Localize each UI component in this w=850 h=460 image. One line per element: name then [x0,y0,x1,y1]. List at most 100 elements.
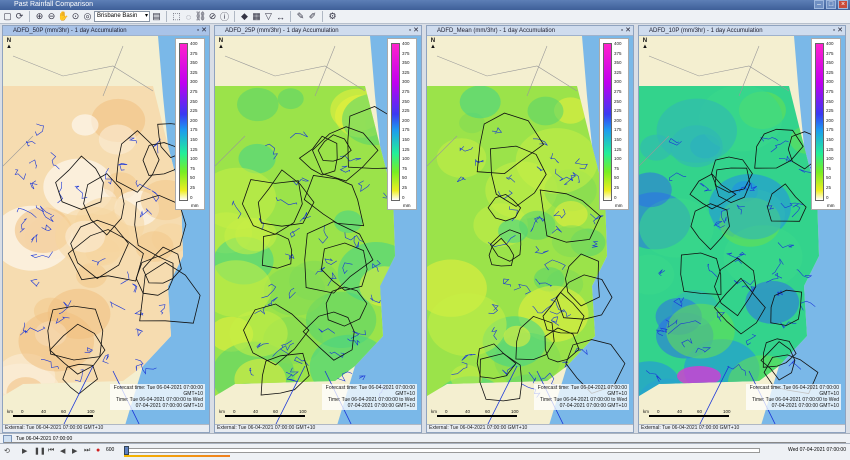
legend-tick: 375 [402,50,410,56]
forecast-info: Forecast time: Tue 06-04-2021 07:00:00 G… [746,384,841,410]
basin-select[interactable]: Brisbane Basin ▾ [94,11,150,22]
external-time-bar: External: Tue 06-04-2021 07:00:00 GMT+10 [215,424,421,432]
legend-tick: 250 [826,98,834,104]
legend-color-bar [391,43,400,201]
zoom-extent-icon[interactable]: ⊙ [70,11,81,22]
filter-icon[interactable]: ▽ [263,11,274,22]
toolbar: ▢ ⟳ ⊕ ⊖ ✋ ⊙ ◎ Brisbane Basin ▾ ▤ ⬚ ◌ ⛓ ⊘… [0,10,850,24]
time-progress [124,455,230,457]
legend-color-bar [815,43,824,201]
previous-frame-icon[interactable]: ◀ [60,447,65,455]
time-slider-handle[interactable] [124,446,129,455]
scale-bar: km 0 40 60 100 [219,409,319,419]
no-entry-icon[interactable]: ⊘ [207,11,218,22]
sync-icon[interactable]: ⟲ [4,447,10,455]
map-area[interactable]: N ▲ 400 375 350 325 300 275 250 225 200 175 150 125 1… [3,36,209,432]
time-range-end: 07-04-2021 07:00:00 GMT+10 [135,403,203,409]
panel-options-icon[interactable]: ▫ [621,27,623,34]
legend-tick: 250 [402,98,410,104]
legend-tick: 250 [190,98,198,104]
north-arrow-icon: N ▲ [642,38,648,50]
forecast-info: Forecast time: Tue 06-04-2021 07:00:00 G… [110,384,205,410]
maximize-button[interactable]: □ [826,0,836,9]
minimize-button[interactable]: – [814,0,824,9]
panel-close-icon[interactable]: ✕ [837,27,843,34]
panel-header[interactable]: ADFD_25P (mm/3hr) - 1 day Accumulation ▫… [215,26,421,36]
basin-select-value: Brisbane Basin [97,13,138,19]
north-arrow-icon: N ▲ [218,38,224,50]
map-panel-10p[interactable]: ADFD_10P (mm/3hr) - 1 day Accumulation ▫… [638,25,846,433]
last-frame-icon[interactable]: ⏭ [84,447,90,455]
time-slider-track[interactable] [124,448,760,453]
map-panel-50p[interactable]: ADFD_50P (mm/3hr) - 1 day Accumulation ▫… [2,25,210,433]
panel-options-icon[interactable]: ▫ [197,27,199,34]
window-title: Past Rainfall Comparison [14,1,93,8]
grid-icon[interactable]: ▦ [251,11,262,22]
layers-icon[interactable]: ▤ [151,11,162,22]
legend-tick: 400 [614,41,622,46]
speed-value[interactable]: 600 [106,447,114,453]
legend-tick: 125 [190,146,198,152]
zoom-previous-icon[interactable]: ◎ [82,11,93,22]
refresh-icon[interactable]: ⟳ [14,11,25,22]
legend-tick: 375 [190,50,198,56]
first-frame-icon[interactable]: ⏮ [48,447,54,455]
panel-title: ADFD_10P (mm/3hr) - 1 day Accumulation [649,28,763,34]
playback-controls: ⟲ ▶ ❚❚ ⏮ ◀ ▶ ⏭ ● 600 Wed 07-04-2021 07:0… [0,443,850,460]
panel-header[interactable]: ADFD_50P (mm/3hr) - 1 day Accumulation ▫… [3,26,209,36]
pan-hand-icon[interactable]: ✋ [58,11,69,22]
legend-tick: 100 [826,156,834,162]
panel-close-icon[interactable]: ✕ [201,27,207,34]
legend-tick: 75 [826,165,832,171]
legend-tick: 250 [614,98,622,104]
info-icon[interactable]: ⓘ [219,11,230,22]
select-icon[interactable]: ▢ [2,11,13,22]
panel-header[interactable]: ADFD_10P (mm/3hr) - 1 day Accumulation ▫… [639,26,845,36]
panel-close-icon[interactable]: ✕ [413,27,419,34]
chevron-down-icon: ▾ [144,13,148,19]
time-range-end: 07-04-2021 07:00:00 GMT+10 [771,403,839,409]
legend-tick: 175 [614,127,622,133]
map-area[interactable]: N ▲ 400 375 350 325 300 275 250 225 200 175 150 125 1… [639,36,845,432]
settings-icon[interactable]: ⚙ [327,11,338,22]
north-arrow-icon: N ▲ [6,38,12,50]
color-legend: 400 375 350 325 300 275 250 225 200 175 150 125 100 7… [599,38,629,210]
close-button[interactable]: × [838,0,848,9]
play-icon[interactable]: ▶ [22,447,27,455]
lasso-select-icon[interactable]: ◌ [183,11,194,22]
legend-tick: 200 [402,117,410,123]
annotate-icon[interactable]: ✐ [307,11,318,22]
legend-tick: 200 [614,117,622,123]
legend-tick: 175 [402,127,410,133]
map-panel-25p[interactable]: ADFD_25P (mm/3hr) - 1 day Accumulation ▫… [214,25,422,433]
map-area[interactable]: N ▲ 400 375 350 325 300 275 250 225 200 175 150 125 1… [427,36,633,432]
legend-tick: 400 [826,41,834,46]
pause-icon[interactable]: ❚❚ [34,447,46,455]
map-panel-mean[interactable]: ADFD_Mean (mm/3hr) - 1 day Accumulation … [426,25,634,433]
time-range-end: 07-04-2021 07:00:00 GMT+10 [347,403,415,409]
rectangle-select-icon[interactable]: ⬚ [171,11,182,22]
legend-tick: 275 [614,89,622,94]
legend-tick: 125 [826,146,834,152]
zoom-in-icon[interactable]: ⊕ [34,11,45,22]
legend-tick: 25 [190,185,196,190]
measure-icon[interactable]: ↔ [275,11,286,22]
zoom-out-icon[interactable]: ⊖ [46,11,57,22]
panel-close-icon[interactable]: ✕ [625,27,631,34]
draw-icon[interactable]: ✎ [295,11,306,22]
record-icon[interactable]: ● [96,447,100,454]
panel-options-icon[interactable]: ▫ [833,27,835,34]
panel-header[interactable]: ADFD_Mean (mm/3hr) - 1 day Accumulation … [427,26,633,36]
legend-tick: 300 [826,79,834,85]
forecast-info: Forecast time: Tue 06-04-2021 07:00:00 G… [534,384,629,410]
legend-tick: 300 [190,79,198,85]
palette-icon[interactable]: ◆ [239,11,250,22]
legend-tick: 0 [826,194,829,200]
map-area[interactable]: N ▲ 400 375 350 325 300 275 250 225 200 175 150 125 1… [215,36,421,432]
timeline-bar: Tue 06-04-2021 07:00:00 [0,433,850,443]
link-icon[interactable]: ⛓ [195,11,206,22]
panel-options-icon[interactable]: ▫ [409,27,411,34]
legend-tick: 375 [614,50,622,56]
legend-tick: 375 [826,50,834,56]
next-frame-icon[interactable]: ▶ [72,447,77,455]
